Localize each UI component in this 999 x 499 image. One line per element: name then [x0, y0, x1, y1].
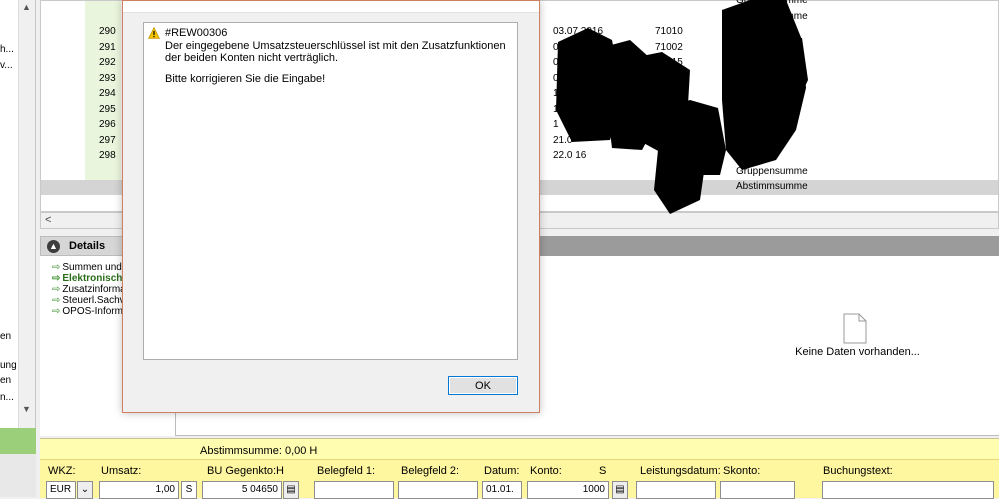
warning-icon	[148, 27, 160, 39]
row-number: 292	[99, 57, 116, 68]
row-number: 293	[99, 72, 116, 84]
row-text: Abstimmsumme	[736, 181, 808, 192]
booking-entry-bar: Abstimmsumme: 0,00 H WKZ: Umsatz: BU Geg…	[40, 438, 999, 499]
row-account: 0	[655, 88, 661, 99]
ok-button[interactable]: OK	[448, 376, 518, 395]
sidebar-fragment[interactable]: en	[0, 331, 18, 342]
sidebar-fragment[interactable]: ung	[0, 360, 18, 371]
scroll-up-icon: ▲	[22, 2, 31, 12]
row-date: 1	[553, 88, 559, 99]
sidebar-fragment[interactable]: v...	[0, 60, 18, 71]
leistungsdatum-label: Leistungsdatum:	[640, 465, 721, 477]
left-sidebar: h... v... en ung en n... ▲ ▼	[0, 0, 36, 497]
konto-input[interactable]: 1000	[527, 481, 609, 499]
umsatz-input[interactable]: 1,00	[99, 481, 179, 499]
error-message: Der eingegebene Umsatzsteuerschlüssel is…	[165, 40, 506, 64]
row-account: 71002	[655, 41, 683, 53]
wkz-label: WKZ:	[48, 465, 76, 477]
scroll-left-icon[interactable]: <	[45, 214, 51, 226]
row-date: 03.07.2016	[553, 26, 604, 37]
sidebar-scrollbar[interactable]: ▲ ▼	[18, 0, 35, 428]
entry-row: WKZ: Umsatz: BU Gegenkto: H Belegfeld 1:…	[40, 459, 999, 499]
gegenkonto-label: BU Gegenkto:	[207, 465, 277, 477]
row-date: 1	[553, 103, 559, 115]
row-date: 1	[553, 119, 559, 130]
error-instruction: Bitte korrigieren Sie die Eingabe!	[165, 73, 326, 85]
gegenkonto-input[interactable]: 5 04650	[202, 481, 282, 499]
sidebar-footer	[0, 454, 36, 497]
row-date: 22.0 16	[553, 150, 587, 161]
row-text: Abstimmsumme	[736, 10, 808, 22]
arrow-right-icon: ⇨	[52, 306, 61, 317]
sidebar-selected-item[interactable]	[0, 428, 36, 454]
document-icon	[843, 313, 867, 344]
message-box: #REW00306 Der eingegebene Umsatzsteuersc…	[143, 22, 518, 360]
scroll-down-icon: ▼	[22, 404, 31, 414]
row-number: 290	[99, 26, 116, 37]
row-number: 295	[99, 103, 116, 115]
belegfeld2-label: Belegfeld 2:	[401, 465, 460, 477]
arrow-right-icon: ⇨	[52, 262, 61, 273]
umsatz-side-input[interactable]: S	[181, 481, 197, 499]
wkz-select[interactable]: EUR	[46, 481, 76, 499]
row-date: 21.0	[553, 134, 573, 146]
details-link-label: Summen und	[62, 262, 122, 273]
skonto-label: Skonto:	[723, 465, 761, 477]
row-text: UG	[736, 41, 751, 53]
row-date: 04	[553, 41, 565, 53]
konto-label: Konto:	[530, 465, 562, 477]
collapse-icon[interactable]: ▲	[47, 240, 60, 253]
row-number: 294	[99, 88, 116, 99]
konto-side-label: S	[599, 465, 607, 477]
leistungsdatum-input[interactable]	[636, 481, 716, 499]
sidebar-fragment[interactable]: n...	[0, 392, 18, 403]
row-date: 0	[553, 72, 559, 84]
abstimmsumme-label: Abstimmsumme: 0,00 H	[200, 445, 318, 457]
no-data-text: Keine Daten vorhanden...	[795, 346, 920, 358]
umsatz-label: Umsatz:	[101, 465, 142, 477]
arrow-right-icon: ⇨	[52, 295, 61, 306]
error-dialog: #REW00306 Der eingegebene Umsatzsteuersc…	[122, 0, 540, 413]
sidebar-fragment[interactable]: h...	[0, 44, 18, 55]
row-number: 296	[99, 119, 116, 130]
row-number: 297	[99, 134, 116, 146]
arrow-right-icon: ⇨	[52, 273, 61, 284]
details-link-label: Elektronisch	[62, 273, 123, 284]
row-number: 298	[99, 150, 116, 161]
calendar-icon[interactable]: ▤	[612, 481, 628, 499]
chevron-down-icon[interactable]: ⌄	[77, 481, 93, 499]
datum-label: Datum:	[484, 465, 520, 477]
row-account: 2	[655, 134, 661, 146]
row-account: 71010	[655, 26, 683, 37]
row-account: 71015	[655, 57, 683, 68]
buchungstext-input[interactable]	[822, 481, 994, 499]
buchungstext-label: Buchungstext:	[823, 465, 893, 477]
belegfeld2-input[interactable]	[398, 481, 478, 499]
dialog-titlebar	[123, 1, 539, 13]
calendar-icon[interactable]: ▤	[283, 481, 299, 499]
error-code: #REW00306	[165, 27, 228, 39]
belegfeld1-input[interactable]	[314, 481, 394, 499]
datum-input[interactable]: 01.01.	[482, 481, 522, 499]
arrow-right-icon: ⇨	[52, 284, 61, 295]
row-date: 06	[553, 57, 565, 68]
row-text: Gruppensumme	[736, 165, 808, 177]
gegenkonto-side-label: H	[276, 465, 284, 477]
details-title: Details	[69, 240, 106, 252]
row-number: 291	[99, 41, 116, 53]
row-text: Gruppensumme	[736, 0, 808, 6]
skonto-input[interactable]	[720, 481, 795, 499]
sidebar-fragment[interactable]: en	[0, 375, 18, 386]
belegfeld1-label: Belegfeld 1:	[317, 465, 376, 477]
